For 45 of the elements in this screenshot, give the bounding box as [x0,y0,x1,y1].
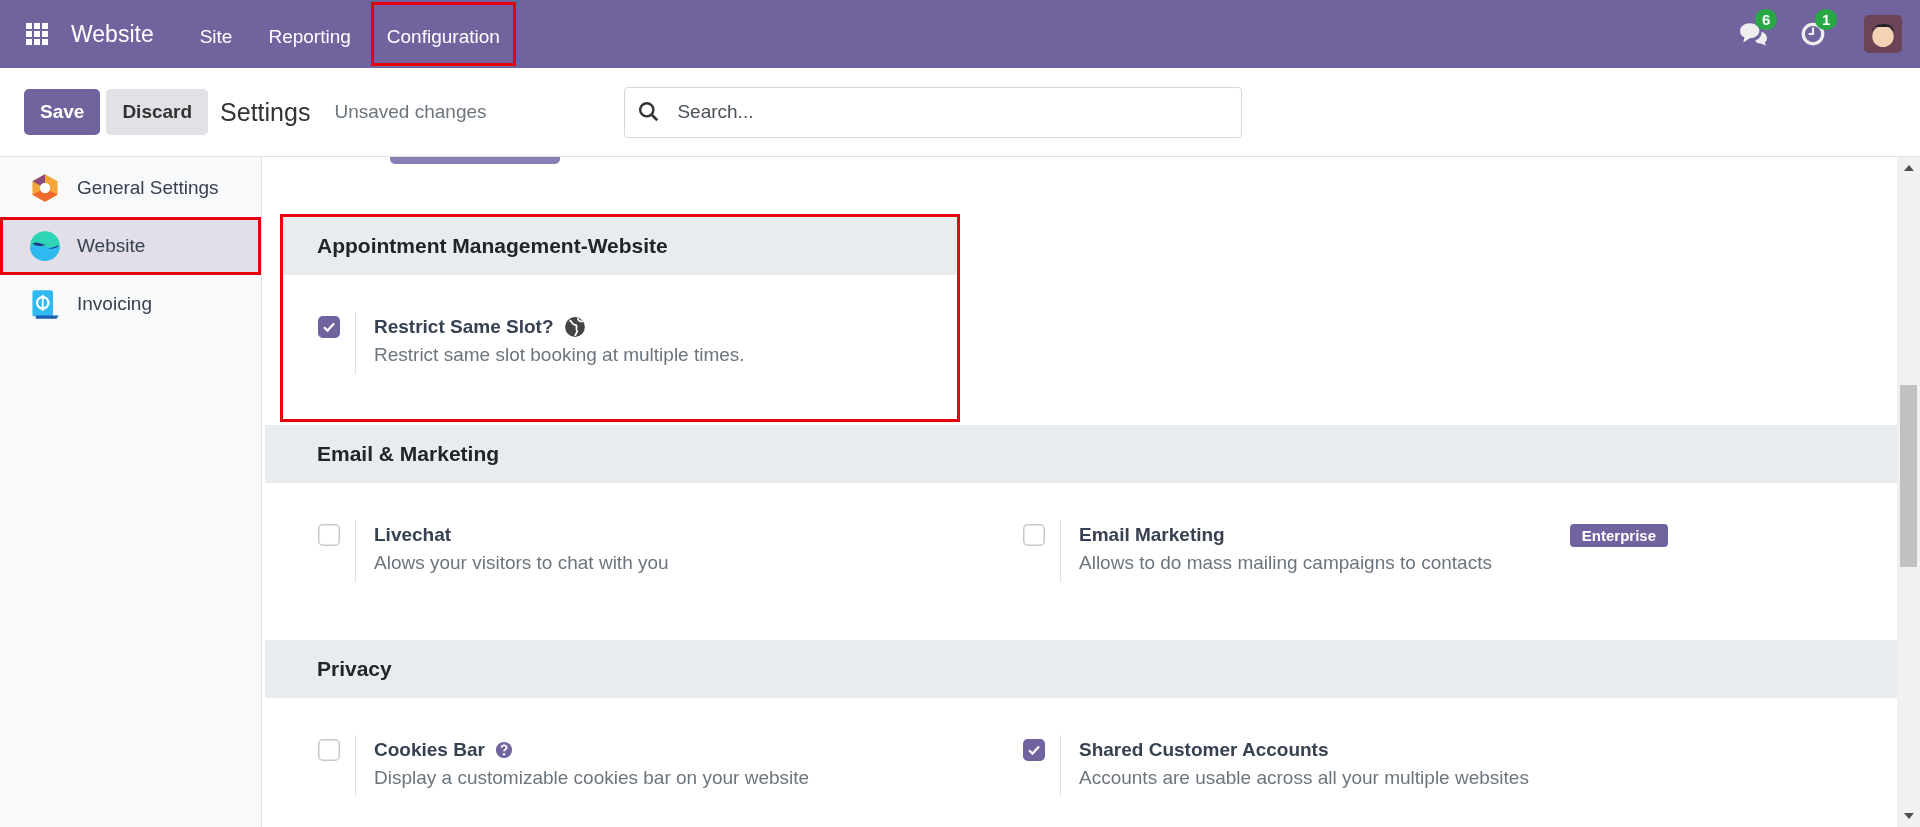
section-heading: Appointment Management-Website [283,217,957,275]
scrollbar[interactable] [1897,157,1920,827]
sidebar-item[interactable]: Website [0,217,261,275]
menu-item[interactable]: Configuration [370,2,516,66]
section-heading: Privacy [265,640,1897,698]
enterprise-badge: Enterprise [1569,523,1668,547]
checkbox[interactable] [1023,524,1045,546]
help-icon[interactable] [494,741,513,759]
sidebar-label: General Settings [77,177,219,199]
setting-description: Display a customizable cookies bar on your website [374,767,811,789]
notification-badge: 1 [1815,9,1838,30]
app-name[interactable]: Website [71,20,154,48]
checkbox[interactable] [318,316,340,338]
setting-title: Livechat [374,524,452,546]
checkbox[interactable] [318,524,340,546]
setting-description: Restrict same slot booking at multiple times. [374,344,746,366]
search-icon [638,100,661,123]
setting-title: Shared Customer Accounts [1079,739,1329,761]
apps-menu-icon[interactable] [26,23,48,45]
menu-item[interactable]: Site [183,2,249,66]
setting-title: Cookies Bar [374,739,485,761]
sidebar-label: Invoicing [77,293,152,315]
discard-button[interactable]: Discard [106,89,209,135]
page-title: Settings [220,97,311,127]
hexagon-icon [29,172,61,204]
invoice-icon [29,288,61,320]
avatar-icon[interactable] [1864,15,1902,53]
section-heading: Email & Marketing [265,425,1897,483]
search-field[interactable]: Search... [624,86,1243,138]
setting-description: Accounts are usable across all your multiple websites [1079,767,1530,789]
sidebar-item[interactable]: General Settings [0,159,261,217]
unsaved-status: Unsaved changes [334,101,488,123]
setting-description: Allows to do mass mailing campaigns to contacts [1079,552,1493,574]
sidebar-label: Website [77,235,146,257]
checkbox[interactable] [318,739,340,761]
setting-description: Alows your visitors to chat with you [374,552,670,574]
sidebar-item[interactable]: Invoicing [0,275,261,333]
setting-title: Restrict Same Slot? [374,316,554,338]
menu-item[interactable]: Reporting [252,2,367,66]
save-button[interactable]: Save [24,89,101,135]
checkbox[interactable] [1023,739,1045,761]
globe-icon [563,316,586,338]
wave-icon [29,230,61,262]
notification-badge: 6 [1755,9,1778,30]
setting-title: Email Marketing [1079,524,1225,546]
